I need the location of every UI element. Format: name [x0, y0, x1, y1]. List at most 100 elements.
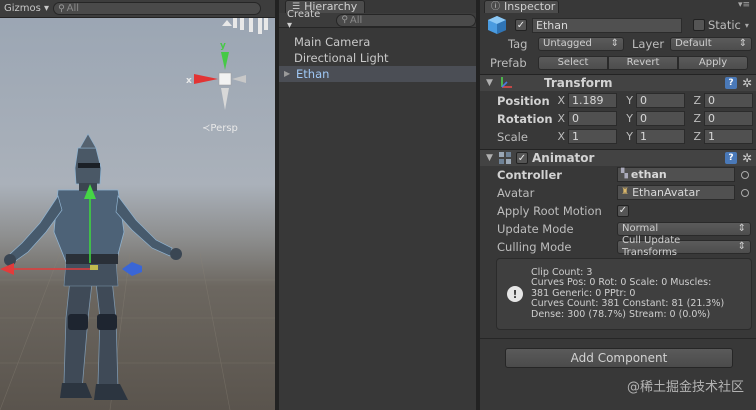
- axis-y-label: Y: [626, 112, 633, 125]
- controller-value: ethan: [630, 168, 667, 181]
- apply-root-motion-label: Apply Root Motion: [497, 203, 602, 218]
- scene-search-input[interactable]: ⚲ All: [53, 2, 262, 15]
- avatar-field[interactable]: ♜ EthanAvatar: [617, 185, 735, 200]
- clip-info-text: Clip Count: 3 Curves Pos: 0 Rot: 0 Scale…: [531, 267, 724, 321]
- scale-z-field[interactable]: 1: [704, 129, 753, 144]
- gear-icon[interactable]: ✲: [742, 76, 752, 90]
- axis-z-label: Z: [693, 130, 701, 143]
- rotation-x-field[interactable]: 0: [568, 111, 617, 126]
- create-label: Create: [287, 9, 321, 20]
- hierarchy-item-directional-light[interactable]: Directional Light: [279, 50, 476, 66]
- update-mode-dropdown[interactable]: Normal ⇕: [617, 221, 751, 236]
- dropdown-arrows-icon: ⇕: [737, 240, 746, 252]
- hierarchy-item-label: Directional Light: [294, 51, 389, 65]
- avatar-icon: ♜: [621, 187, 630, 197]
- scale-x-field[interactable]: 1: [568, 129, 617, 144]
- divider: [480, 338, 756, 339]
- rotation-y-field[interactable]: 0: [636, 111, 685, 126]
- gizmo-z-arrow[interactable]: [122, 262, 142, 276]
- tag-layer-row: Tag Untagged ⇕ Layer Default ⇕: [480, 35, 756, 52]
- static-label: Static: [708, 18, 741, 32]
- perspective-label[interactable]: ≺Persp: [202, 123, 238, 134]
- apply-root-motion-row: Apply Root Motion ✓: [480, 202, 756, 219]
- scale-y-field[interactable]: 1: [636, 129, 685, 144]
- orientation-x-cone[interactable]: [194, 74, 218, 84]
- prefab-row: Prefab Select Revert Apply: [480, 54, 756, 71]
- hierarchy-panel: ☰ Hierarchy Create ▾ ⚲ All Main Camera D…: [279, 0, 476, 410]
- gizmos-label: Gizmos: [4, 3, 41, 14]
- scene-view[interactable]: Gizmos ▾ ⚲ All y x ≺Persp: [0, 0, 275, 410]
- scene-orientation-gizmo[interactable]: y x: [186, 18, 268, 110]
- hierarchy-search-input[interactable]: ⚲ All: [336, 13, 476, 27]
- foldout-arrow-icon[interactable]: ▼: [486, 153, 498, 163]
- tag-dropdown[interactable]: Untagged ⇕: [538, 36, 624, 51]
- position-z-field[interactable]: 0: [704, 93, 753, 108]
- scale-row: Scale X 1 Y 1 Z 1: [480, 128, 756, 145]
- watermark-text: @稀土掘金技术社区: [626, 380, 744, 395]
- persp-text: Persp: [210, 123, 238, 134]
- panel-menu-icon[interactable]: ▾≡: [738, 0, 750, 10]
- info-line: Dense: 300 (78.7%) Stream: 0 (0.0%): [531, 308, 711, 320]
- help-icon[interactable]: ?: [724, 152, 737, 164]
- gizmos-dropdown[interactable]: Gizmos ▾: [4, 3, 49, 14]
- gear-icon[interactable]: ✲: [742, 151, 752, 165]
- apply-root-motion-checkbox[interactable]: ✓: [617, 204, 629, 217]
- prefab-apply-button[interactable]: Apply: [678, 55, 748, 70]
- tab-inspector[interactable]: ⓘ Inspector: [484, 0, 559, 13]
- ground-grid: [0, 252, 275, 410]
- object-picker-icon[interactable]: [741, 170, 749, 179]
- foldout-arrow-icon[interactable]: ▼: [486, 78, 498, 88]
- scene-canvas[interactable]: y x: [0, 18, 275, 410]
- info-icon: ⓘ: [491, 2, 501, 12]
- tag-label: Tag: [508, 36, 528, 51]
- expand-arrow-icon[interactable]: ▶: [284, 66, 294, 82]
- axis-y-label: Y: [626, 130, 633, 143]
- help-icon[interactable]: ?: [724, 77, 737, 89]
- avatar-label: Avatar: [497, 185, 535, 200]
- dropdown-arrows-icon: ⇕: [738, 37, 748, 49]
- object-picker-icon[interactable]: [741, 188, 749, 197]
- hierarchy-item-label: Main Camera: [294, 35, 371, 49]
- position-row: Position X 1.189 Y 0 Z 0: [480, 92, 756, 109]
- rotation-row: Rotation X 0 Y 0 Z 0: [480, 110, 756, 127]
- layer-dropdown[interactable]: Default ⇕: [670, 36, 753, 51]
- create-dropdown[interactable]: Create ▾: [287, 9, 328, 31]
- cube-icon: [488, 16, 506, 34]
- axis-z-label: Z: [693, 94, 701, 107]
- rotation-label: Rotation: [497, 111, 553, 126]
- add-component-button[interactable]: Add Component: [505, 348, 733, 368]
- transform-header[interactable]: ▼ Transform ? ✲: [480, 74, 756, 91]
- dropdown-arrows-icon: ⇕: [610, 37, 619, 49]
- axis-y-label: Y: [626, 94, 633, 107]
- object-name-field[interactable]: Ethan: [532, 17, 682, 33]
- prefab-revert-button[interactable]: Revert: [608, 55, 678, 70]
- scene-toolbar: Gizmos ▾ ⚲ All: [0, 0, 275, 18]
- culling-mode-dropdown[interactable]: Cull Update Transforms ⇕: [617, 235, 751, 258]
- controller-row: Controller ▚ ethan: [480, 166, 756, 183]
- prefab-select-button[interactable]: Select: [538, 55, 608, 70]
- prefab-label: Prefab: [490, 55, 527, 70]
- orientation-y-cone[interactable]: [221, 52, 229, 70]
- hierarchy-item-main-camera[interactable]: Main Camera: [279, 34, 476, 50]
- rotation-z-field[interactable]: 0: [704, 111, 753, 126]
- transform-icon: [501, 77, 512, 88]
- hierarchy-tree: Main Camera Directional Light ▶ Ethan: [279, 34, 476, 82]
- update-mode-value: Normal: [622, 222, 659, 234]
- controller-field[interactable]: ▚ ethan: [617, 167, 735, 182]
- culling-mode-row: Culling Mode Cull Update Transforms ⇕: [480, 235, 756, 258]
- animator-enabled-checkbox[interactable]: ✓: [516, 152, 528, 164]
- axis-x-label: X: [557, 130, 565, 143]
- hierarchy-toolbar: Create ▾ ⚲ All: [279, 9, 476, 31]
- clip-info-box: ! Clip Count: 3 Curves Pos: 0 Rot: 0 Sca…: [496, 258, 752, 330]
- active-checkbox[interactable]: ✓: [515, 19, 527, 31]
- axis-x-label: X: [557, 112, 565, 125]
- static-checkbox[interactable]: [693, 19, 705, 31]
- animator-header[interactable]: ▼ ✓ Animator ? ✲: [480, 149, 756, 166]
- dropdown-arrows-icon: ⇕: [737, 222, 746, 234]
- position-x-field[interactable]: 1.189: [568, 93, 617, 108]
- hierarchy-search-placeholder: All: [349, 14, 363, 26]
- static-dropdown-icon[interactable]: ▾: [745, 21, 749, 30]
- position-y-field[interactable]: 0: [636, 93, 685, 108]
- avatar-row: Avatar ♜ EthanAvatar: [480, 184, 756, 201]
- hierarchy-item-ethan[interactable]: ▶ Ethan: [279, 66, 476, 82]
